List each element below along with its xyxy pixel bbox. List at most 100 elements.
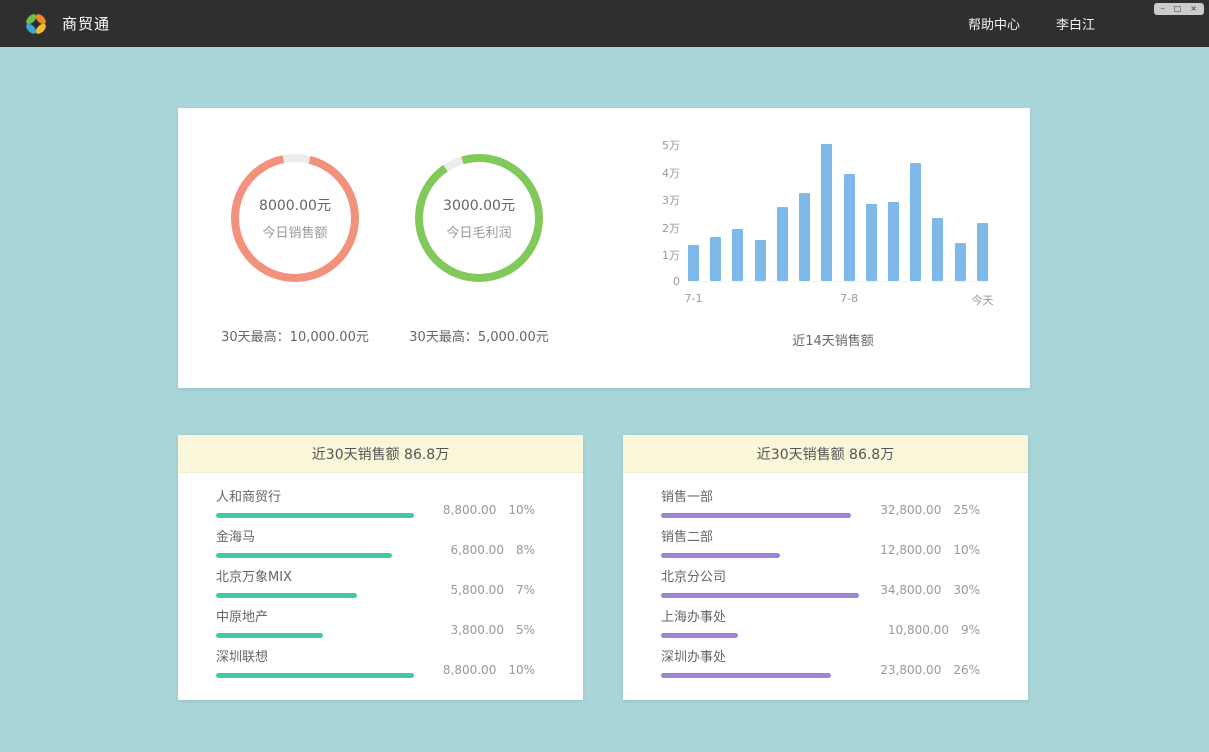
rank-amount: 6,800.00 xyxy=(451,543,504,557)
rank-row: 人和商贸行8,800.0010% xyxy=(216,486,535,526)
today-sales-label: 今日销售额 xyxy=(262,222,327,241)
today-sales-max-note: 30天最高：10,000.00元 xyxy=(200,326,390,345)
rank-bar-track xyxy=(216,593,414,598)
rank-value: 23,800.00 26% xyxy=(880,663,980,677)
rank-percent: 10% xyxy=(508,663,535,677)
rank-row: 深圳办事处23,800.0026% xyxy=(661,646,980,686)
rank-bar xyxy=(661,633,738,638)
today-profit-block: 3000.00元 今日毛利润 30天最高：5,000.00元 xyxy=(384,154,574,345)
rank-bar xyxy=(216,593,357,598)
close-icon[interactable]: × xyxy=(1190,3,1197,15)
minimize-icon[interactable]: – xyxy=(1161,3,1165,15)
y-tick-label: 2万 xyxy=(646,220,680,236)
rank-left-body: 人和商贸行8,800.0010%金海马6,800.008%北京万象MIX5,80… xyxy=(178,473,583,686)
rank-row: 北京分公司34,800.0030% xyxy=(661,566,980,606)
rank-bar xyxy=(216,633,323,638)
customer-rank-card: 近30天销售额 86.8万 人和商贸行8,800.0010%金海马6,800.0… xyxy=(178,435,583,700)
topbar-right: 帮助中心 李白江 xyxy=(968,14,1187,33)
window-controls: – □ × xyxy=(1154,3,1204,15)
daily-bar-plot xyxy=(688,144,988,282)
y-tick-label: 4万 xyxy=(646,165,680,181)
rank-bar xyxy=(216,553,392,558)
rank-percent: 10% xyxy=(953,543,980,557)
rank-percent: 5% xyxy=(516,623,535,637)
overview-card: 8000.00元 今日销售额 30天最高：10,000.00元 3000.00元… xyxy=(178,108,1030,388)
x-tick-label: 7-8 xyxy=(840,292,858,305)
rank-amount: 8,800.00 xyxy=(443,503,496,517)
rank-row: 销售二部12,800.0010% xyxy=(661,526,980,566)
x-tick-label: 7-1 xyxy=(685,292,703,305)
rank-amount: 12,800.00 xyxy=(880,543,941,557)
rank-row: 上海办事处10,800.009% xyxy=(661,606,980,646)
app-logo-icon xyxy=(22,10,50,38)
bar-day xyxy=(821,144,832,281)
topbar: 商贸通 帮助中心 李白江 – □ × xyxy=(0,0,1209,47)
rank-bar-track xyxy=(661,553,859,558)
rank-row: 金海马6,800.008% xyxy=(216,526,535,566)
today-profit-value: 3000.00元 xyxy=(443,195,515,215)
help-center-link[interactable]: 帮助中心 xyxy=(968,14,1020,33)
rank-row: 销售一部32,800.0025% xyxy=(661,486,980,526)
bar-day xyxy=(955,243,966,281)
x-tick-label: 今天 xyxy=(972,292,994,308)
rank-percent: 10% xyxy=(508,503,535,517)
rank-bar-track xyxy=(661,513,859,518)
rank-value: 12,800.00 10% xyxy=(880,543,980,557)
maximize-icon[interactable]: □ xyxy=(1174,3,1182,15)
rank-bar-track xyxy=(216,673,414,678)
rank-amount: 32,800.00 xyxy=(880,503,941,517)
rank-row: 中原地产3,800.005% xyxy=(216,606,535,646)
rank-bar-track xyxy=(216,553,414,558)
user-name[interactable]: 李白江 xyxy=(1056,14,1095,33)
rank-amount: 34,800.00 xyxy=(880,583,941,597)
rank-amount: 10,800.00 xyxy=(888,623,949,637)
today-profit-label: 今日毛利润 xyxy=(446,222,511,241)
rank-bar xyxy=(661,673,831,678)
rank-bar xyxy=(216,513,414,518)
rank-row: 深圳联想8,800.0010% xyxy=(216,646,535,686)
rank-amount: 23,800.00 xyxy=(880,663,941,677)
bar-day xyxy=(844,174,855,281)
y-tick-label: 1万 xyxy=(646,247,680,263)
rank-percent: 8% xyxy=(516,543,535,557)
rank-bar xyxy=(216,673,414,678)
daily-x-axis: 7-1 7-8 今天 xyxy=(646,292,996,308)
daily-sales-chart-title: 近14天销售额 xyxy=(658,330,1008,349)
rank-right-body: 销售一部32,800.0025%销售二部12,800.0010%北京分公司34,… xyxy=(623,473,1028,686)
today-sales-value: 8000.00元 xyxy=(259,195,331,215)
rank-amount: 5,800.00 xyxy=(451,583,504,597)
rank-value: 6,800.00 8% xyxy=(451,543,535,557)
bar-day xyxy=(688,245,699,281)
customer-rank-title: 近30天销售额 86.8万 xyxy=(178,435,583,473)
bar-day xyxy=(732,229,743,281)
rank-percent: 25% xyxy=(953,503,980,517)
department-rank-title: 近30天销售额 86.8万 xyxy=(623,435,1028,473)
rank-percent: 30% xyxy=(953,583,980,597)
rank-percent: 9% xyxy=(961,623,980,637)
today-profit-donut: 3000.00元 今日毛利润 xyxy=(415,154,543,282)
today-sales-block: 8000.00元 今日销售额 30天最高：10,000.00元 xyxy=(200,154,390,345)
bar-day xyxy=(755,240,766,281)
rank-bar-track xyxy=(661,593,859,598)
rank-value: 3,800.005% xyxy=(451,623,535,637)
rank-value: 34,800.00 30% xyxy=(880,583,980,597)
y-tick-label: 3万 xyxy=(646,192,680,208)
rank-amount: 8,800.00 xyxy=(443,663,496,677)
rank-percent: 26% xyxy=(953,663,980,677)
bar-day xyxy=(977,223,988,281)
rank-bar-track xyxy=(661,673,859,678)
rank-bar-track xyxy=(216,633,414,638)
rank-bar xyxy=(661,513,851,518)
rank-value: 5,800.00 7% xyxy=(451,583,535,597)
bar-day xyxy=(799,193,810,281)
y-tick-label: 0 xyxy=(646,275,680,288)
rank-value: 8,800.00 10% xyxy=(443,663,535,677)
rank-percent: 7% xyxy=(516,583,535,597)
today-sales-donut-center: 8000.00元 今日销售额 xyxy=(239,162,351,274)
rank-bar xyxy=(661,593,859,598)
rank-bar xyxy=(661,553,780,558)
y-tick-label: 5万 xyxy=(646,137,680,153)
daily-sales-chart: 5万 4万 3万 2万 1万 0 7-1 7-8 今天 xyxy=(646,136,996,308)
rank-value: 8,800.00 10% xyxy=(443,503,535,517)
department-rank-card: 近30天销售额 86.8万 销售一部32,800.0025%销售二部12,800… xyxy=(623,435,1028,700)
